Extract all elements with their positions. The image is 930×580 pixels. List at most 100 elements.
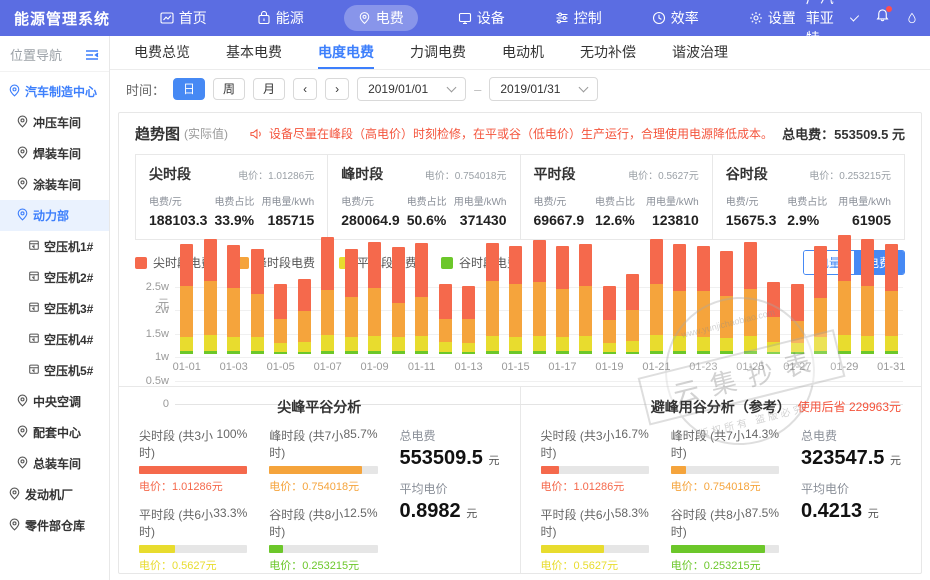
bar-segment (814, 246, 827, 297)
nav-item-效率[interactable]: 效率 (642, 5, 709, 31)
water-drop-icon[interactable] (908, 10, 916, 26)
nav-item-首页[interactable]: 首页 (150, 5, 217, 31)
progress-fill (541, 466, 559, 474)
period-metric: 电费/元188103.3 (149, 193, 207, 228)
collapse-sidebar-icon[interactable] (85, 49, 99, 61)
location-pin-icon (16, 394, 29, 410)
tab-基本电费[interactable]: 基本电费 (226, 36, 282, 69)
legend-尖时段电费[interactable]: 尖时段电费 (135, 254, 213, 271)
metric-label: 电费占比 (595, 193, 635, 208)
sidebar-item-空压机4#[interactable]: 空压机4# (0, 324, 109, 355)
analysis-item-name: 谷时段 (共8小时) (671, 506, 745, 540)
tab-谐波治理[interactable]: 谐波治理 (672, 36, 728, 69)
bar-segment (556, 289, 569, 338)
y-axis-tick: 1.5w (135, 328, 169, 340)
sidebar-item-冲压车间[interactable]: 冲压车间 (0, 107, 109, 138)
sidebar-item-空压机1#[interactable]: 空压机1# (0, 231, 109, 262)
sidebar-item-涂装车间[interactable]: 涂装车间 (0, 169, 109, 200)
nav-item-电费[interactable]: 电费 (344, 5, 418, 31)
sidebar-item-配套中心[interactable]: 配套中心 (0, 417, 109, 448)
analysis-item-head: 平时段 (共6小时)33.3% (139, 506, 247, 540)
analysis-item-percent: 58.3% (615, 506, 649, 540)
tab-力调电费[interactable]: 力调电费 (410, 36, 466, 69)
sidebar-item-发动机厂[interactable]: 发动机厂 (0, 479, 109, 510)
bar-segment (533, 336, 546, 351)
sidebar-item-label: 焊装车间 (33, 145, 81, 162)
trend-subtitle: (实际值) (184, 125, 228, 142)
progress-fill (541, 545, 604, 553)
tab-电费总览[interactable]: 电费总览 (134, 36, 190, 69)
energy-icon (257, 11, 271, 25)
bar-01-19 (603, 286, 616, 354)
main-nav: 首页 能源 电费 设备 控制 效率 设置 (150, 5, 806, 31)
nav-item-控制[interactable]: 控制 (545, 5, 612, 31)
bar-01-30 (861, 239, 874, 354)
mode-button-周[interactable]: 周 (213, 78, 245, 100)
prev-period-button[interactable]: ‹ (293, 78, 317, 100)
legend-谷时段电费[interactable]: 谷时段电费 (441, 254, 519, 271)
analysis-item-percent: 85.7% (343, 427, 377, 461)
x-axis-tick: 01-01 (165, 361, 209, 373)
progress-track (139, 545, 247, 553)
notification-dot (886, 6, 892, 12)
bar-segment (720, 251, 733, 295)
bar-segment (486, 243, 499, 281)
bar-segment (462, 352, 475, 354)
sidebar-item-空压机3#[interactable]: 空压机3# (0, 293, 109, 324)
end-date-picker[interactable]: 2019/01/31 (489, 77, 598, 101)
nav-item-设备[interactable]: 设备 (448, 5, 515, 31)
tab-无功补偿[interactable]: 无功补偿 (580, 36, 636, 69)
bar-segment (861, 336, 874, 351)
progress-fill (269, 545, 283, 553)
next-period-button[interactable]: › (325, 78, 349, 100)
sidebar-item-汽车制造中心[interactable]: 汽车制造中心 (0, 76, 109, 107)
analysis-item-percent: 14.3% (745, 427, 779, 461)
bar-segment (885, 336, 898, 351)
bar-segment (462, 343, 475, 352)
bar-01-18 (579, 244, 592, 354)
tab-电度电费[interactable]: 电度电费 (318, 36, 374, 69)
start-date-picker[interactable]: 2019/01/01 (357, 77, 466, 101)
sidebar-item-label: 动力部 (33, 207, 69, 224)
analysis-item-percent: 100% (217, 427, 248, 461)
progress-fill (671, 466, 686, 474)
sidebar-item-总装车间[interactable]: 总装车间 (0, 448, 109, 479)
sidebar-item-焊装车间[interactable]: 焊装车间 (0, 138, 109, 169)
mode-button-日[interactable]: 日 (173, 78, 205, 100)
analysis-item-谷时段: 谷时段 (共8小时)87.5%电价：0.253215元 (671, 506, 779, 573)
bar-segment (603, 352, 616, 354)
sidebar-item-空压机2#[interactable]: 空压机2# (0, 262, 109, 293)
sidebar-item-label: 发动机厂 (25, 486, 73, 503)
pin-icon (358, 11, 371, 25)
bar-01-11 (415, 243, 428, 354)
legend-峰时段电费[interactable]: 峰时段电费 (237, 254, 315, 271)
analysis-item-head: 谷时段 (共8小时)12.5% (269, 506, 377, 540)
sidebar-item-动力部[interactable]: 动力部 (0, 200, 109, 231)
bar-01-03 (227, 245, 240, 354)
bar-segment (838, 281, 851, 335)
tab-电动机[interactable]: 电动机 (502, 36, 544, 69)
period-name: 平时段 (534, 164, 576, 184)
meter-icon (28, 239, 40, 254)
mode-button-月[interactable]: 月 (253, 78, 285, 100)
x-axis-tick: 01-11 (400, 361, 444, 373)
bar-segment (368, 242, 381, 288)
nav-item-label: 能源 (276, 8, 304, 28)
notification-bell-button[interactable] (875, 8, 890, 28)
location-sidebar: 位置导航 汽车制造中心冲压车间焊装车间涂装车间动力部空压机1#空压机2#空压机3… (0, 36, 110, 580)
metric-value: 33.9% (214, 212, 254, 228)
bar-segment (180, 286, 193, 337)
sidebar-item-零件部仓库[interactable]: 零件部仓库 (0, 510, 109, 541)
bar-segment (838, 335, 851, 350)
nav-item-能源[interactable]: 能源 (247, 5, 314, 31)
x-axis-tick: 01-07 (306, 361, 350, 373)
analysis-item-head: 峰时段 (共7小时)14.3% (671, 427, 779, 461)
sidebar-item-空压机5#[interactable]: 空压机5# (0, 355, 109, 386)
sidebar-item-label: 中央空调 (33, 393, 81, 410)
bar-segment (204, 239, 217, 281)
bar-segment (368, 288, 381, 336)
analysis-item-price: 电价：0.754018元 (671, 478, 779, 494)
sidebar-item-中央空调[interactable]: 中央空调 (0, 386, 109, 417)
nav-item-设置[interactable]: 设置 (739, 5, 806, 31)
analysis-item-price: 电价：0.5627元 (541, 557, 649, 573)
